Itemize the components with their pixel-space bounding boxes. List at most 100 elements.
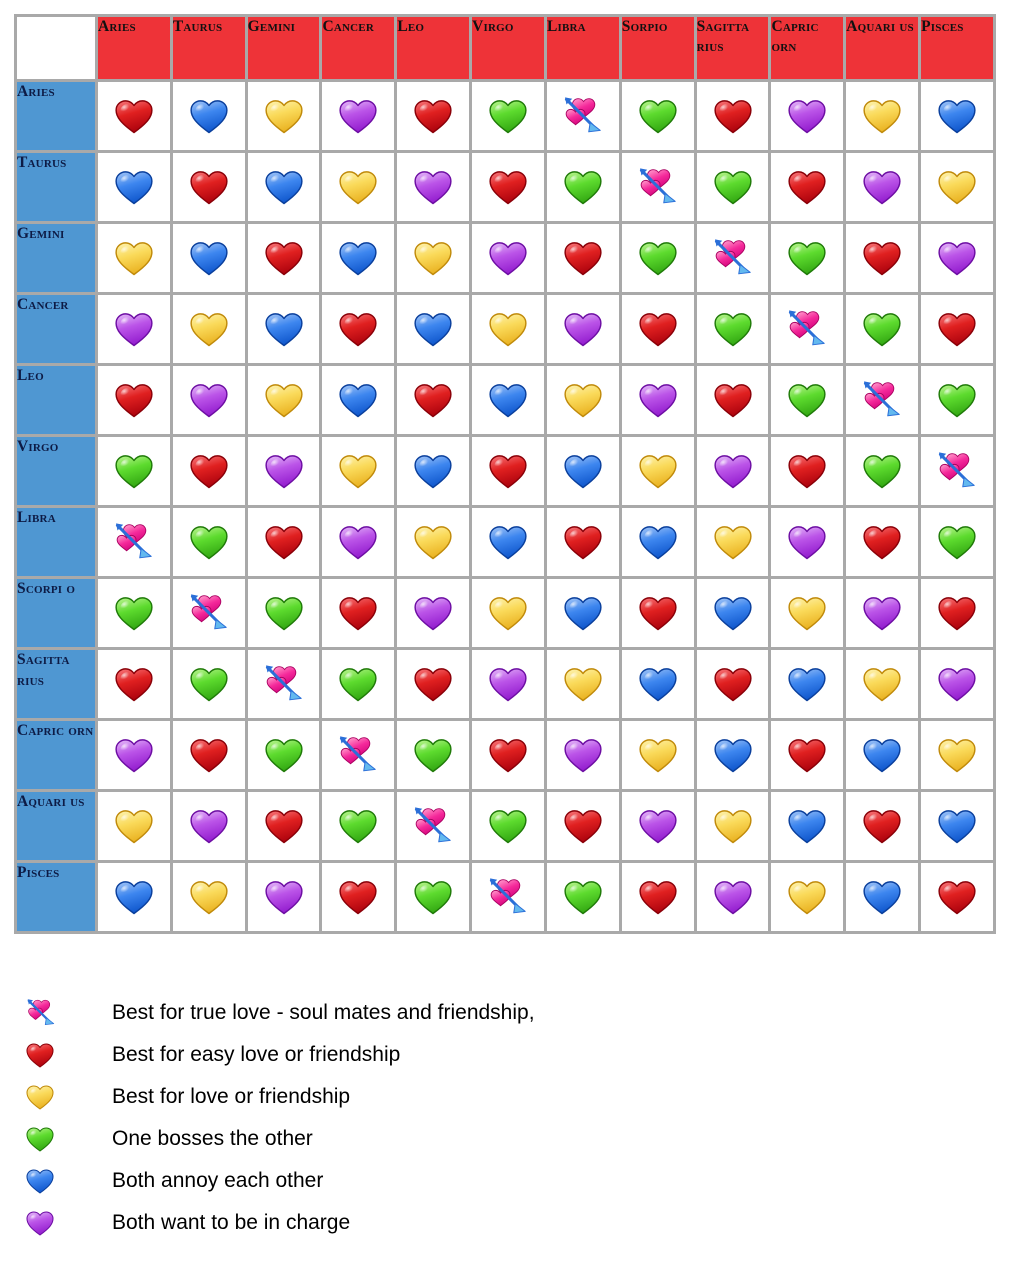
legend-item: Both want to be in charge <box>14 1202 994 1244</box>
cell-content <box>697 437 769 505</box>
cell-aries-libra <box>546 82 619 150</box>
legend-swatch <box>14 1081 72 1113</box>
cell-cancer-virgo <box>472 295 544 363</box>
cell-content <box>921 792 993 860</box>
heart-green-icon <box>262 591 306 635</box>
heart-red-icon <box>112 662 156 706</box>
cell-content <box>397 579 469 647</box>
cell-gemini-libra <box>546 224 619 292</box>
cell-content <box>771 508 843 576</box>
heart-green-icon <box>935 520 979 564</box>
cell-taurus-sorpio <box>621 153 694 221</box>
table-row: Aquari us <box>17 792 993 860</box>
cell-content <box>98 792 170 860</box>
cell-content <box>697 153 769 221</box>
table-row: Cancer <box>17 295 993 363</box>
heart-green-icon <box>187 520 231 564</box>
cell-content <box>173 508 245 576</box>
heart-blue-icon <box>486 378 530 422</box>
heart-blue-icon <box>785 804 829 848</box>
cell-content <box>846 437 918 505</box>
cell-capricorn-sorpio <box>621 721 694 789</box>
table-head: Aries Taurus Gemini Cancer Leo Virgo Libra Sorp… <box>17 17 993 79</box>
heart-blue-icon <box>636 520 680 564</box>
heart-red-icon <box>187 733 231 777</box>
heart-yellow-icon <box>860 94 904 138</box>
cell-taurus-aries <box>98 153 170 221</box>
cell-content <box>397 82 469 150</box>
cell-cancer-sorpio <box>621 295 694 363</box>
heart-red-icon <box>711 94 755 138</box>
cell-content <box>248 650 320 718</box>
cell-content <box>397 295 469 363</box>
row-header-gemini: Gemini <box>17 224 95 292</box>
cell-content <box>622 153 694 221</box>
compatibility-matrix: Aries Taurus Gemini Cancer Leo Virgo Libra Sorp… <box>14 14 996 934</box>
cell-content <box>322 792 394 860</box>
cell-cancer-aries <box>98 295 170 363</box>
cell-aquarius-aries <box>98 792 170 860</box>
cell-content <box>771 579 843 647</box>
cell-content <box>547 863 619 931</box>
heart-red-icon <box>935 591 979 635</box>
cell-content <box>622 82 694 150</box>
cell-taurus-libra <box>546 153 619 221</box>
cell-capricorn-libra <box>546 721 619 789</box>
column-header-capric-orn: Capric orn <box>771 17 844 79</box>
heart-purple-icon <box>860 165 904 209</box>
heart-green-icon <box>636 94 680 138</box>
cell-leo-aries <box>98 366 170 434</box>
cell-pisces-cancer <box>322 863 395 931</box>
column-header-cancer: Cancer <box>322 17 395 79</box>
heart-yellow-icon <box>411 236 455 280</box>
cell-content <box>173 650 245 718</box>
heart-red-icon <box>24 1039 56 1071</box>
cell-content <box>697 579 769 647</box>
cell-pisces-aries <box>98 863 170 931</box>
legend-swatch <box>14 1039 72 1071</box>
heart-purple-icon <box>711 875 755 919</box>
heart-red-icon <box>785 165 829 209</box>
heart-yellow-icon <box>785 591 829 635</box>
heart-purple-icon <box>336 94 380 138</box>
cell-content <box>846 153 918 221</box>
table-row: Pisces <box>17 863 993 931</box>
heart-yellow-icon <box>636 733 680 777</box>
cell-content <box>397 437 469 505</box>
cell-content <box>98 721 170 789</box>
legend-swatch <box>14 1165 72 1197</box>
cell-scorpio-libra <box>546 579 619 647</box>
column-header-aries: Aries <box>98 17 170 79</box>
cell-gemini-sorpio <box>621 224 694 292</box>
row-header-leo: Leo <box>17 366 95 434</box>
heart-red-icon <box>561 520 605 564</box>
heart-blue-icon <box>935 94 979 138</box>
heart-yellow-icon <box>336 449 380 493</box>
cell-aries-cancer <box>322 82 395 150</box>
cell-content <box>697 224 769 292</box>
cell-leo-sorpio <box>621 366 694 434</box>
heart-blue-icon <box>262 307 306 351</box>
cell-gemini-aquari-us <box>846 224 919 292</box>
cell-content <box>921 437 993 505</box>
cell-virgo-aquari-us <box>846 437 919 505</box>
cell-taurus-leo <box>397 153 470 221</box>
cell-content <box>98 579 170 647</box>
cell-scorpio-leo <box>397 579 470 647</box>
cell-content <box>248 508 320 576</box>
cell-sagittarius-gemini <box>247 650 320 718</box>
cell-aquarius-sorpio <box>621 792 694 860</box>
legend-item: Both annoy each other <box>14 1160 994 1202</box>
cell-content <box>472 224 544 292</box>
cell-aquarius-aquari-us <box>846 792 919 860</box>
cell-content <box>173 366 245 434</box>
cell-content <box>397 721 469 789</box>
heart-red-icon <box>411 94 455 138</box>
cell-content <box>771 82 843 150</box>
heart-red-icon <box>636 591 680 635</box>
cell-content <box>771 295 843 363</box>
cell-content <box>397 366 469 434</box>
cell-sagittarius-pisces <box>921 650 993 718</box>
cell-sagittarius-aries <box>98 650 170 718</box>
cell-leo-sagitta-rius <box>696 366 769 434</box>
